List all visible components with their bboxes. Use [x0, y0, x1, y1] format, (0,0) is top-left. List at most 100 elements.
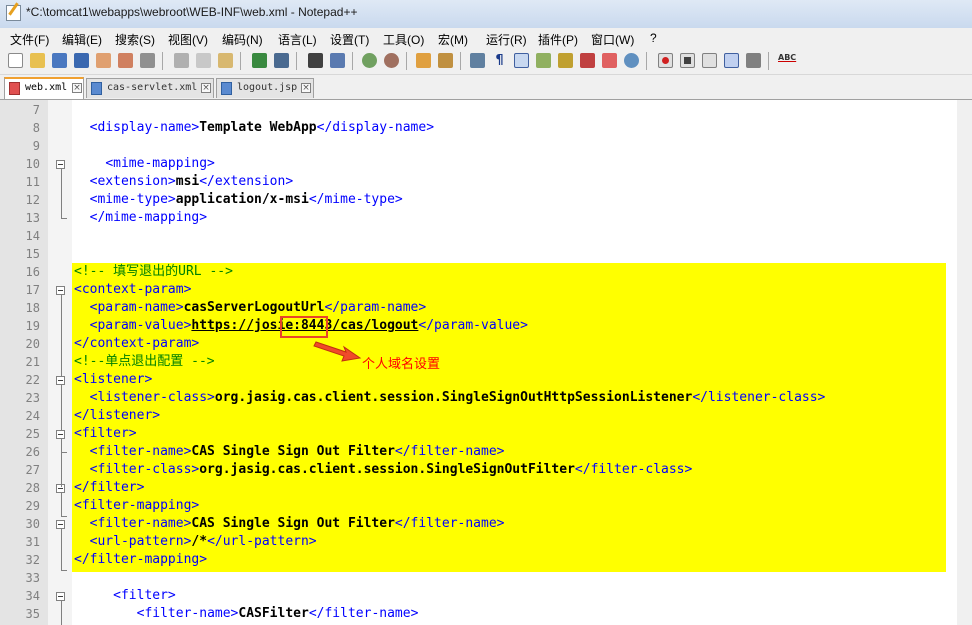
- fold-toggle-icon[interactable]: [56, 286, 65, 295]
- code-line[interactable]: <mime-mapping>: [74, 155, 215, 173]
- indent-guide-icon[interactable]: [514, 53, 529, 68]
- fold-toggle-icon[interactable]: [56, 376, 65, 385]
- code-line[interactable]: </filter>: [74, 479, 144, 497]
- show-all-chars-icon[interactable]: ¶: [492, 53, 507, 68]
- close-tab-icon[interactable]: ×: [201, 83, 211, 93]
- code-line[interactable]: <display-name>Template WebApp</display-n…: [74, 119, 434, 137]
- menu-edit[interactable]: 编辑(E): [62, 31, 102, 48]
- copy-icon[interactable]: [196, 53, 211, 68]
- record-macro-icon[interactable]: [658, 53, 673, 68]
- menu-tools[interactable]: 工具(O): [383, 31, 424, 48]
- line-number: 14: [25, 229, 40, 243]
- line-number: 26: [25, 445, 40, 459]
- menu-macro[interactable]: 宏(M): [438, 31, 468, 48]
- open-file-icon[interactable]: [30, 53, 45, 68]
- code-line[interactable]: <filter-class>org.jasig.cas.client.sessi…: [74, 461, 693, 479]
- line-number: 15: [25, 247, 40, 261]
- code-line[interactable]: <mime-type>application/x-msi</mime-type>: [74, 191, 403, 209]
- tab-logout-jsp[interactable]: logout.jsp ×: [216, 78, 314, 98]
- code-line[interactable]: <listener-class>org.jasig.cas.client.ses…: [74, 389, 826, 407]
- line-number: 31: [25, 535, 40, 549]
- fold-margin[interactable]: [48, 100, 72, 625]
- sync-horizontal-icon[interactable]: [438, 53, 453, 68]
- toolbar-separator: [646, 52, 647, 70]
- print-icon[interactable]: [140, 53, 155, 68]
- vertical-scrollbar[interactable]: [957, 100, 972, 625]
- line-number: 16: [25, 265, 40, 279]
- tab-cas-servlet-xml[interactable]: cas-servlet.xml ×: [86, 78, 214, 98]
- tab-web-xml[interactable]: web.xml ×: [4, 77, 84, 99]
- play-macro-icon[interactable]: [702, 53, 717, 68]
- code-line[interactable]: </listener>: [74, 407, 160, 425]
- menu-view[interactable]: 视图(V): [168, 31, 208, 48]
- close-tab-icon[interactable]: ×: [72, 83, 82, 93]
- fold-toggle-icon[interactable]: [56, 430, 65, 439]
- code-line[interactable]: </context-param>: [74, 335, 199, 353]
- code-line[interactable]: <url-pattern>/*</url-pattern>: [74, 533, 317, 551]
- menu-run[interactable]: 运行(R): [486, 31, 527, 48]
- redo-icon[interactable]: [274, 53, 289, 68]
- saved-file-icon: [221, 82, 232, 95]
- code-line[interactable]: <!--单点退出配置 -->: [74, 353, 215, 371]
- menu-search[interactable]: 搜索(S): [115, 31, 155, 48]
- code-line[interactable]: <filter-name>CAS Single Sign Out Filter<…: [74, 443, 505, 461]
- line-number: 7: [32, 103, 40, 117]
- spell-check-icon[interactable]: ABC: [778, 53, 796, 62]
- user-language-icon[interactable]: [536, 53, 551, 68]
- fold-line: [61, 601, 62, 625]
- code-line[interactable]: </mime-mapping>: [74, 209, 207, 227]
- menu-help[interactable]: ?: [650, 31, 657, 45]
- menu-settings[interactable]: 设置(T): [330, 31, 369, 48]
- zoom-out-icon[interactable]: [384, 53, 399, 68]
- code-line[interactable]: <filter>: [74, 587, 176, 605]
- monitoring-icon[interactable]: [624, 53, 639, 68]
- fold-line: [61, 493, 62, 517]
- fold-toggle-icon[interactable]: [56, 520, 65, 529]
- replace-icon[interactable]: [330, 53, 345, 68]
- code-line[interactable]: <filter-name>CASFilter</filter-name>: [74, 605, 419, 623]
- code-line[interactable]: </filter-mapping>: [74, 551, 207, 569]
- line-number: 32: [25, 553, 40, 567]
- line-number: 25: [25, 427, 40, 441]
- code-line[interactable]: <filter-name>CAS Single Sign Out Filter<…: [74, 515, 505, 533]
- code-line[interactable]: <!-- 填写退出的URL -->: [74, 263, 233, 281]
- fold-line: [61, 439, 62, 487]
- cut-icon[interactable]: [174, 53, 189, 68]
- code-line[interactable]: <extension>msi</extension>: [74, 173, 294, 191]
- sync-vertical-icon[interactable]: [416, 53, 431, 68]
- fold-toggle-icon[interactable]: [56, 592, 65, 601]
- save-icon[interactable]: [52, 53, 67, 68]
- close-file-icon[interactable]: [96, 53, 111, 68]
- close-all-icon[interactable]: [118, 53, 133, 68]
- line-number: 19: [25, 319, 40, 333]
- function-list-icon[interactable]: [580, 53, 595, 68]
- folder-workspace-icon[interactable]: [602, 53, 617, 68]
- zoom-in-icon[interactable]: [362, 53, 377, 68]
- menu-language[interactable]: 语言(L): [278, 31, 317, 48]
- code-editor[interactable]: 7 8 9 10 11 12 13 14 15 16 17 18 19 20 2…: [0, 100, 972, 625]
- find-icon[interactable]: [308, 53, 323, 68]
- code-line[interactable]: <param-name>casServerLogoutUrl</param-na…: [74, 299, 427, 317]
- undo-icon[interactable]: [252, 53, 267, 68]
- new-file-icon[interactable]: [8, 53, 23, 68]
- menu-window[interactable]: 窗口(W): [591, 31, 634, 48]
- code-line[interactable]: <filter-mapping>: [74, 497, 199, 515]
- code-line[interactable]: <listener>: [74, 371, 152, 389]
- line-number: 11: [25, 175, 40, 189]
- menu-plugins[interactable]: 插件(P): [538, 31, 578, 48]
- stop-macro-icon[interactable]: [680, 53, 695, 68]
- close-tab-icon[interactable]: ×: [301, 83, 311, 93]
- paste-icon[interactable]: [218, 53, 233, 68]
- fold-toggle-icon[interactable]: [56, 160, 65, 169]
- fold-end: [61, 516, 67, 517]
- line-number: 8: [32, 121, 40, 135]
- save-all-icon[interactable]: [74, 53, 89, 68]
- word-wrap-icon[interactable]: [470, 53, 485, 68]
- menu-encoding[interactable]: 编码(N): [222, 31, 263, 48]
- menu-file[interactable]: 文件(F): [10, 31, 49, 48]
- document-map-icon[interactable]: [558, 53, 573, 68]
- run-macro-multiple-icon[interactable]: [724, 53, 739, 68]
- code-line[interactable]: <context-param>: [74, 281, 191, 299]
- save-macro-icon[interactable]: [746, 53, 761, 68]
- code-line[interactable]: <filter>: [74, 425, 137, 443]
